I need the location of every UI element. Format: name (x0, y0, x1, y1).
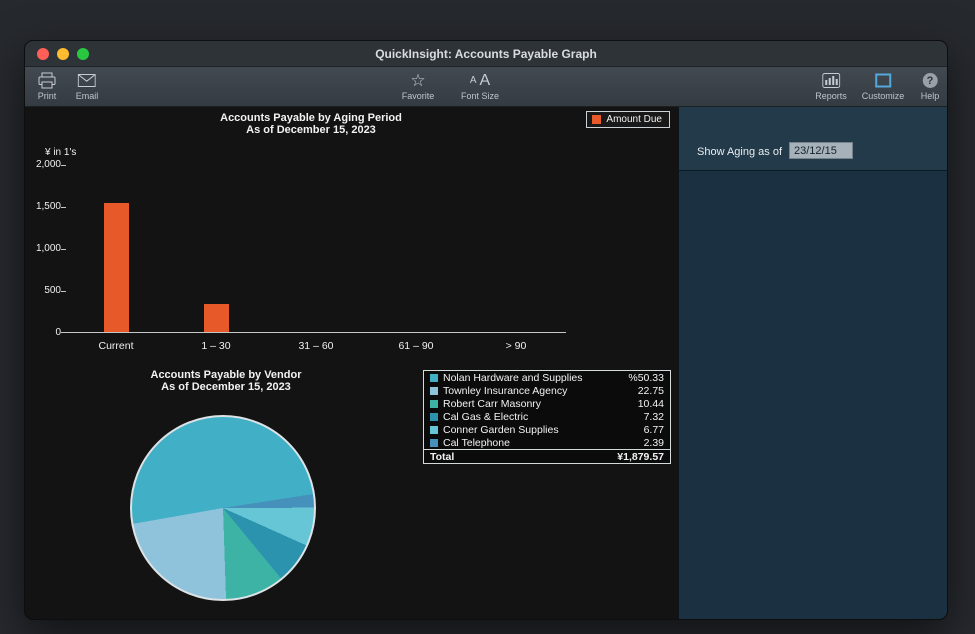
pie-chart-subtitle: As of December 15, 2023 (25, 381, 427, 393)
vendor-swatch (430, 439, 438, 447)
bar-chart-icon (822, 71, 840, 90)
reports-button[interactable]: Reports (815, 71, 847, 101)
vendor-value: 6.77 (644, 424, 664, 436)
app-window: QuickInsight: Accounts Payable Graph Pri… (24, 40, 948, 620)
vendor-swatch (430, 387, 438, 395)
vendor-value: 10.44 (638, 398, 664, 410)
bar-y-tick-label: 1,500 (25, 201, 61, 213)
bar-chart-title: Accounts Payable by Aging Period (25, 112, 597, 124)
bar-category-label: > 90 (466, 340, 566, 352)
bar-slot (266, 165, 366, 332)
amount-due-label: Amount Due (606, 114, 662, 125)
vendor-value: %50.33 (628, 372, 664, 384)
vendor-row: Conner Garden Supplies 6.77 (424, 423, 670, 436)
total-label: Total (430, 451, 617, 463)
bar-category-label: 31 – 60 (266, 340, 366, 352)
bar-y-labels: 05001,0001,5002,000 (25, 165, 61, 333)
vendor-value: 7.32 (644, 411, 664, 423)
vendor-row: Cal Telephone 2.39 (424, 436, 670, 449)
toolbar: Print Email ☆ Favorite AA Font Size (25, 67, 947, 107)
show-aging-label: Show Aging as of (697, 146, 782, 158)
y-axis-title: ¥ in 1's (45, 147, 76, 158)
vendor-row: Nolan Hardware and Supplies %50.33 (424, 371, 670, 384)
vendor-name: Cal Gas & Electric (443, 411, 639, 423)
vendor-swatch (430, 400, 438, 408)
vendor-row: Cal Gas & Electric 7.32 (424, 410, 670, 423)
bar[interactable] (204, 304, 229, 332)
vendor-name: Cal Telephone (443, 437, 639, 449)
vendor-swatch (430, 374, 438, 382)
font-size-label: Font Size (461, 91, 499, 101)
reports-label: Reports (815, 91, 847, 101)
minimize-window-button[interactable] (57, 48, 69, 60)
favorite-button[interactable]: ☆ Favorite (402, 71, 435, 101)
window-title: QuickInsight: Accounts Payable Graph (375, 47, 597, 61)
bar-slot (66, 165, 166, 332)
vendor-swatch (430, 426, 438, 434)
bar-chart-subtitle: As of December 15, 2023 (25, 124, 597, 136)
pie-chart-title: Accounts Payable by Vendor (25, 369, 427, 381)
vendor-pie-chart[interactable] (130, 415, 316, 601)
customize-button[interactable]: Customize (862, 71, 905, 101)
bar-slot (166, 165, 266, 332)
settings-panel: Show Aging as of (678, 107, 947, 619)
favorite-label: Favorite (402, 91, 435, 101)
vendor-row: Robert Carr Masonry 10.44 (424, 397, 670, 410)
bar-slot (466, 165, 566, 332)
vendor-value: 2.39 (644, 437, 664, 449)
vendor-row: Townley Insurance Agency 22.75 (424, 384, 670, 397)
print-label: Print (38, 91, 57, 101)
bar-y-tick-label: 0 (25, 327, 61, 339)
vendor-rows: Nolan Hardware and Supplies %50.33Townley… (424, 371, 670, 449)
bar-chart-legend: Amount Due (586, 111, 670, 128)
zoom-window-button[interactable] (77, 48, 89, 60)
bar-plot (66, 165, 566, 333)
vendor-value: 22.75 (638, 385, 664, 397)
star-icon: ☆ (410, 71, 425, 90)
vendor-name: Nolan Hardware and Supplies (443, 372, 623, 384)
customize-window-icon (874, 71, 891, 90)
bar-y-tick-label: 500 (25, 285, 61, 297)
bar-y-tick-label: 1,000 (25, 243, 61, 255)
customize-label: Customize (862, 91, 905, 101)
email-button[interactable]: Email (76, 71, 99, 101)
font-size-button[interactable]: AA Font Size (461, 71, 499, 101)
help-label: Help (921, 91, 940, 101)
question-mark-icon: ? (922, 71, 937, 90)
email-label: Email (76, 91, 99, 101)
title-bar: QuickInsight: Accounts Payable Graph (25, 41, 947, 67)
vendor-total-row: Total ¥1,879.57 (424, 449, 670, 463)
vendor-name: Conner Garden Supplies (443, 424, 639, 436)
bar-category-label: 61 – 90 (366, 340, 466, 352)
bar[interactable] (104, 203, 129, 332)
help-button[interactable]: ? Help (921, 71, 940, 101)
vendor-legend-table: Nolan Hardware and Supplies %50.33Townley… (423, 370, 671, 464)
total-value: ¥1,879.57 (617, 451, 664, 463)
amount-due-swatch (592, 115, 601, 124)
bar-slot (366, 165, 466, 332)
print-button[interactable]: Print (38, 71, 57, 101)
font-size-icon: AA (470, 71, 490, 90)
bar-category-label: Current (66, 340, 166, 352)
aging-date-input[interactable] (789, 142, 853, 159)
bar-x-labels: Current1 – 3031 – 6061 – 90> 90 (66, 340, 566, 352)
chart-canvas: Accounts Payable by Aging Period As of D… (25, 107, 678, 619)
close-window-button[interactable] (37, 48, 49, 60)
bar-category-label: 1 – 30 (166, 340, 266, 352)
aging-settings-section: Show Aging as of (679, 107, 947, 171)
traffic-lights (37, 48, 89, 60)
printer-icon (38, 71, 57, 90)
vendor-name: Townley Insurance Agency (443, 385, 633, 397)
window-content: Accounts Payable by Aging Period As of D… (25, 107, 947, 619)
envelope-icon (78, 71, 96, 90)
bar-y-tick-label: 2,000 (25, 159, 61, 171)
vendor-swatch (430, 413, 438, 421)
vendor-name: Robert Carr Masonry (443, 398, 633, 410)
